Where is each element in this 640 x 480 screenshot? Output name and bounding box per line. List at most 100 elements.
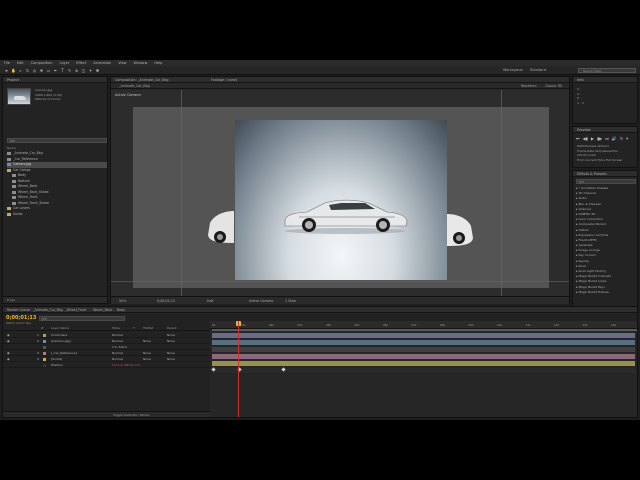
tab-render-queue[interactable]: Render Queue	[7, 308, 30, 312]
col-layer-name[interactable]: Layer Name	[51, 326, 69, 330]
guide-vertical-right[interactable]	[501, 90, 502, 296]
menu-animation[interactable]: Animation	[93, 61, 111, 65]
layer-duration-bar[interactable]	[212, 340, 635, 345]
menu-help[interactable]: Help	[154, 61, 162, 65]
first-frame-icon[interactable]: ⏮	[576, 136, 580, 141]
play-icon[interactable]: ▶	[591, 136, 594, 141]
mask-tool-icon[interactable]: ▭	[46, 68, 51, 73]
visibility-eye-icon[interactable]: ◉	[7, 333, 10, 337]
timeline-track-area[interactable]: 0s 01s 02s 03s 04s 05s 06s 07s 08s 09s 10s 11s 12s 13…	[210, 321, 637, 417]
layer-label-color[interactable]	[43, 333, 46, 337]
layer-mode[interactable]: Normal	[112, 357, 123, 361]
preview-tab[interactable]: Preview	[573, 127, 637, 133]
tab-wheel-front[interactable]: _Wheel_Front	[65, 308, 86, 312]
zoom-level[interactable]: 50%	[119, 299, 126, 303]
bit-depth-button[interactable]: 8 bpc	[7, 298, 15, 302]
pan-behind-tool-icon[interactable]: ✥	[39, 68, 44, 73]
from-current-time-checkbox[interactable]: From Current Time	[577, 158, 605, 162]
eraser-tool-icon[interactable]: ◫	[81, 68, 86, 73]
layer-label-color[interactable]	[43, 339, 46, 343]
layer-mode[interactable]: Normal	[112, 333, 123, 337]
layer-label-color[interactable]	[43, 351, 46, 355]
hand-tool-icon[interactable]: ✋	[11, 68, 16, 73]
last-frame-icon[interactable]: ⏭	[605, 136, 609, 141]
layer-label-color[interactable]	[43, 357, 46, 361]
visibility-eye-icon[interactable]: ◉	[7, 339, 10, 343]
layer-mode[interactable]: Normal	[112, 339, 123, 343]
view-camera-select[interactable]: Active Camera	[249, 299, 273, 303]
ram-preview-icon[interactable]: ⏵	[626, 136, 628, 141]
rotate-tool-icon[interactable]: ↻	[25, 68, 30, 73]
tab-composition[interactable]: Composition: _Animate_Car_Bkg	[115, 78, 168, 82]
timeline-search-input[interactable]: JTP	[39, 316, 125, 321]
layer-name[interactable]: Controllers	[51, 333, 67, 337]
time-ruler[interactable]: 0s 01s 02s 03s 04s 05s 06s 07s 08s 09s 10s 11s 12s 13…	[210, 321, 637, 329]
menu-layer[interactable]: Layer	[60, 61, 70, 65]
project-tab[interactable]: Project	[3, 77, 107, 83]
layer-name[interactable]: [Solids]	[51, 357, 62, 361]
layer-label-color[interactable]	[43, 345, 46, 349]
visibility-eye-icon[interactable]: ◉	[7, 351, 10, 355]
composition-viewer[interactable]: Active Camera	[111, 90, 569, 296]
layer-duration-bar[interactable]	[212, 368, 635, 373]
tab-footage[interactable]: Footage: (none)	[211, 78, 237, 82]
subtab-comp[interactable]: _Animate_Car_Bkg	[119, 84, 150, 88]
menu-composition[interactable]: Composition	[31, 61, 53, 65]
guide-vertical-left[interactable]	[181, 90, 182, 296]
zoom-tool-icon[interactable]: ⌕	[18, 68, 23, 73]
layer-trkmat[interactable]: None	[143, 339, 151, 343]
effects-category[interactable]: ▸ Magic Bullet Frames	[576, 290, 636, 295]
tab-body[interactable]: Body	[117, 308, 125, 312]
camera-tool-icon[interactable]: ◎	[32, 68, 37, 73]
brush-tool-icon[interactable]: ✎	[67, 68, 72, 73]
comp-timecode[interactable]: 0;00;01;13	[157, 299, 175, 303]
renderer-value[interactable]: Classic 3D	[545, 84, 562, 88]
roto-brush-tool-icon[interactable]: ✦	[88, 68, 93, 73]
layer-trkmat[interactable]: None	[143, 357, 151, 361]
audio-icon[interactable]: 🔊	[612, 136, 617, 141]
project-item[interactable]: Solids	[7, 212, 107, 218]
frame-rate-select[interactable]: (29.97)	[577, 153, 588, 157]
guide-horizontal[interactable]	[111, 281, 569, 282]
layer-duration-bar[interactable]	[212, 354, 635, 359]
layer-duration-bar[interactable]	[212, 333, 635, 338]
puppet-tool-icon[interactable]: ✱	[95, 68, 100, 73]
view-layout-select[interactable]: 1 View	[285, 299, 296, 303]
project-column-name[interactable]: Name	[7, 146, 16, 150]
work-area-bar[interactable]	[212, 329, 637, 331]
playhead-line[interactable]	[238, 321, 239, 417]
full-screen-checkbox[interactable]: Full Screen	[606, 158, 622, 162]
clone-tool-icon[interactable]: ⊕	[74, 68, 79, 73]
menu-file[interactable]: File	[4, 61, 10, 65]
layer-trkmat[interactable]: None	[143, 351, 151, 355]
layer-parent[interactable]: None	[167, 351, 175, 355]
menu-effect[interactable]: Effect	[76, 61, 86, 65]
layer-mode[interactable]: Normal	[112, 351, 123, 355]
layer-name[interactable]: [_Car_Reference]	[51, 351, 77, 355]
selection-tool-icon[interactable]: ➤	[4, 68, 9, 73]
layer-name[interactable]: [Camaro.jpg]	[51, 339, 71, 343]
layer-name[interactable]: Position	[51, 363, 63, 367]
menu-window[interactable]: Window	[134, 61, 148, 65]
next-frame-icon[interactable]: ▮▶	[597, 136, 602, 141]
pen-tool-icon[interactable]: ✒	[53, 68, 58, 73]
resolution-value-select[interactable]: Auto	[589, 153, 596, 157]
layer-duration-bar[interactable]	[212, 361, 635, 366]
toggle-switches-modes[interactable]: Toggle Switches / Modes	[113, 413, 150, 417]
effects-tab[interactable]: Effects & Presets	[573, 171, 637, 177]
layer-parent[interactable]: None	[167, 333, 175, 337]
menu-edit[interactable]: Edit	[17, 61, 24, 65]
layer-duration-bar[interactable]	[212, 347, 635, 352]
help-search-input[interactable]: Search Help	[578, 68, 636, 73]
tab-wheel-back[interactable]: Wheel_Back	[93, 308, 112, 312]
effects-search-input[interactable]: JTP	[576, 179, 636, 184]
menu-view[interactable]: View	[118, 61, 126, 65]
tab-animate-car-bkg[interactable]: _Animate_Car_Bkg	[33, 308, 63, 312]
layer-label-color[interactable]	[43, 363, 46, 367]
resolution-select[interactable]: Half	[207, 299, 214, 303]
layer-mode[interactable]: 1711.0, 387.6, 0.0	[112, 363, 140, 367]
type-tool-icon[interactable]: T	[60, 68, 65, 73]
info-tab[interactable]: Info	[573, 77, 637, 83]
layer-mode[interactable]: 1.5, 500.0	[112, 345, 127, 349]
project-search-input[interactable]: JTP	[7, 138, 107, 143]
